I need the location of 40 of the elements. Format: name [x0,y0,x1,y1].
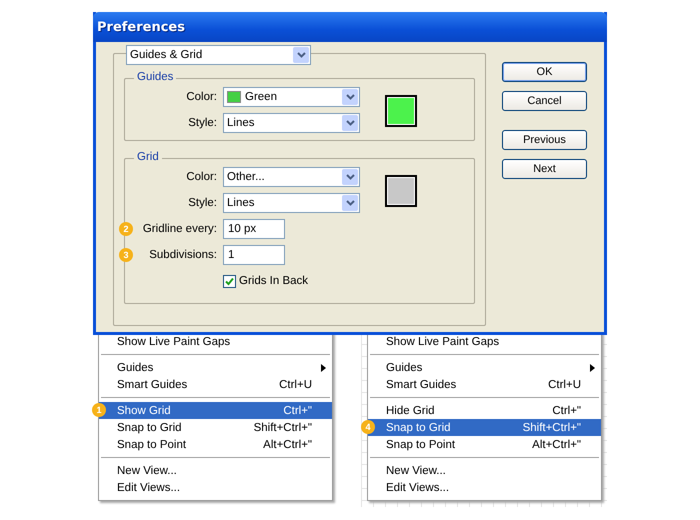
step-badge: 2 [119,222,133,236]
field-label: Gridline every: [142,223,217,235]
menu-item[interactable]: Smart Guides Ctrl+U [99,376,332,393]
menu-item[interactable]: Snap to Point Alt+Ctrl+" [368,436,601,453]
menu-item[interactable]: New View... [368,462,601,479]
field-label: Color: [186,91,217,103]
menu-item[interactable]: Edit Views... [99,479,332,496]
group-title: Guides [134,71,176,83]
step-badge: 1 [92,403,106,417]
dropdown[interactable]: Green [223,87,360,107]
menu-item[interactable]: Hide Grid Ctrl+" [368,402,601,419]
section-dropdown[interactable]: Guides & Grid [126,45,311,65]
menu-item[interactable]: Snap to Point Alt+Ctrl+" [99,436,332,453]
input-field[interactable]: 10 px [223,219,285,239]
dropdown[interactable]: Lines [223,113,360,133]
dialog-button[interactable]: Next [502,159,587,179]
checkbox-label[interactable]: Grids In Back [239,275,308,287]
menu-item[interactable]: Guides [368,359,601,376]
menu-item[interactable]: New View... [99,462,332,479]
field-label: Style: [188,197,217,209]
field-label: Color: [186,171,217,183]
menu-item[interactable]: Guides [99,359,332,376]
dropdown[interactable]: Lines [223,193,360,213]
dialog-button[interactable]: OK [502,62,587,82]
group-title: Grid [134,151,162,163]
field-label: Subdivisions: [149,249,217,261]
menu-item[interactable]: Smart Guides Ctrl+U [368,376,601,393]
checkbox[interactable] [223,274,236,288]
dialog-button[interactable]: Cancel [502,91,587,111]
menu-item[interactable]: Show Live Paint Gaps [368,333,601,350]
step-badge: 3 [119,248,133,262]
dialog-button[interactable]: Previous [502,130,587,150]
input-field[interactable]: 1 [223,245,285,265]
dropdown[interactable]: Other... [223,167,360,187]
menu-item[interactable]: Edit Views... [368,479,601,496]
menu-item[interactable]: Show Live Paint Gaps [99,333,332,350]
menu-item[interactable]: Snap to Grid Shift+Ctrl+" [99,419,332,436]
field-label: Style: [188,117,217,129]
window-title: Preferences [97,20,185,34]
step-badge: 4 [361,420,375,434]
